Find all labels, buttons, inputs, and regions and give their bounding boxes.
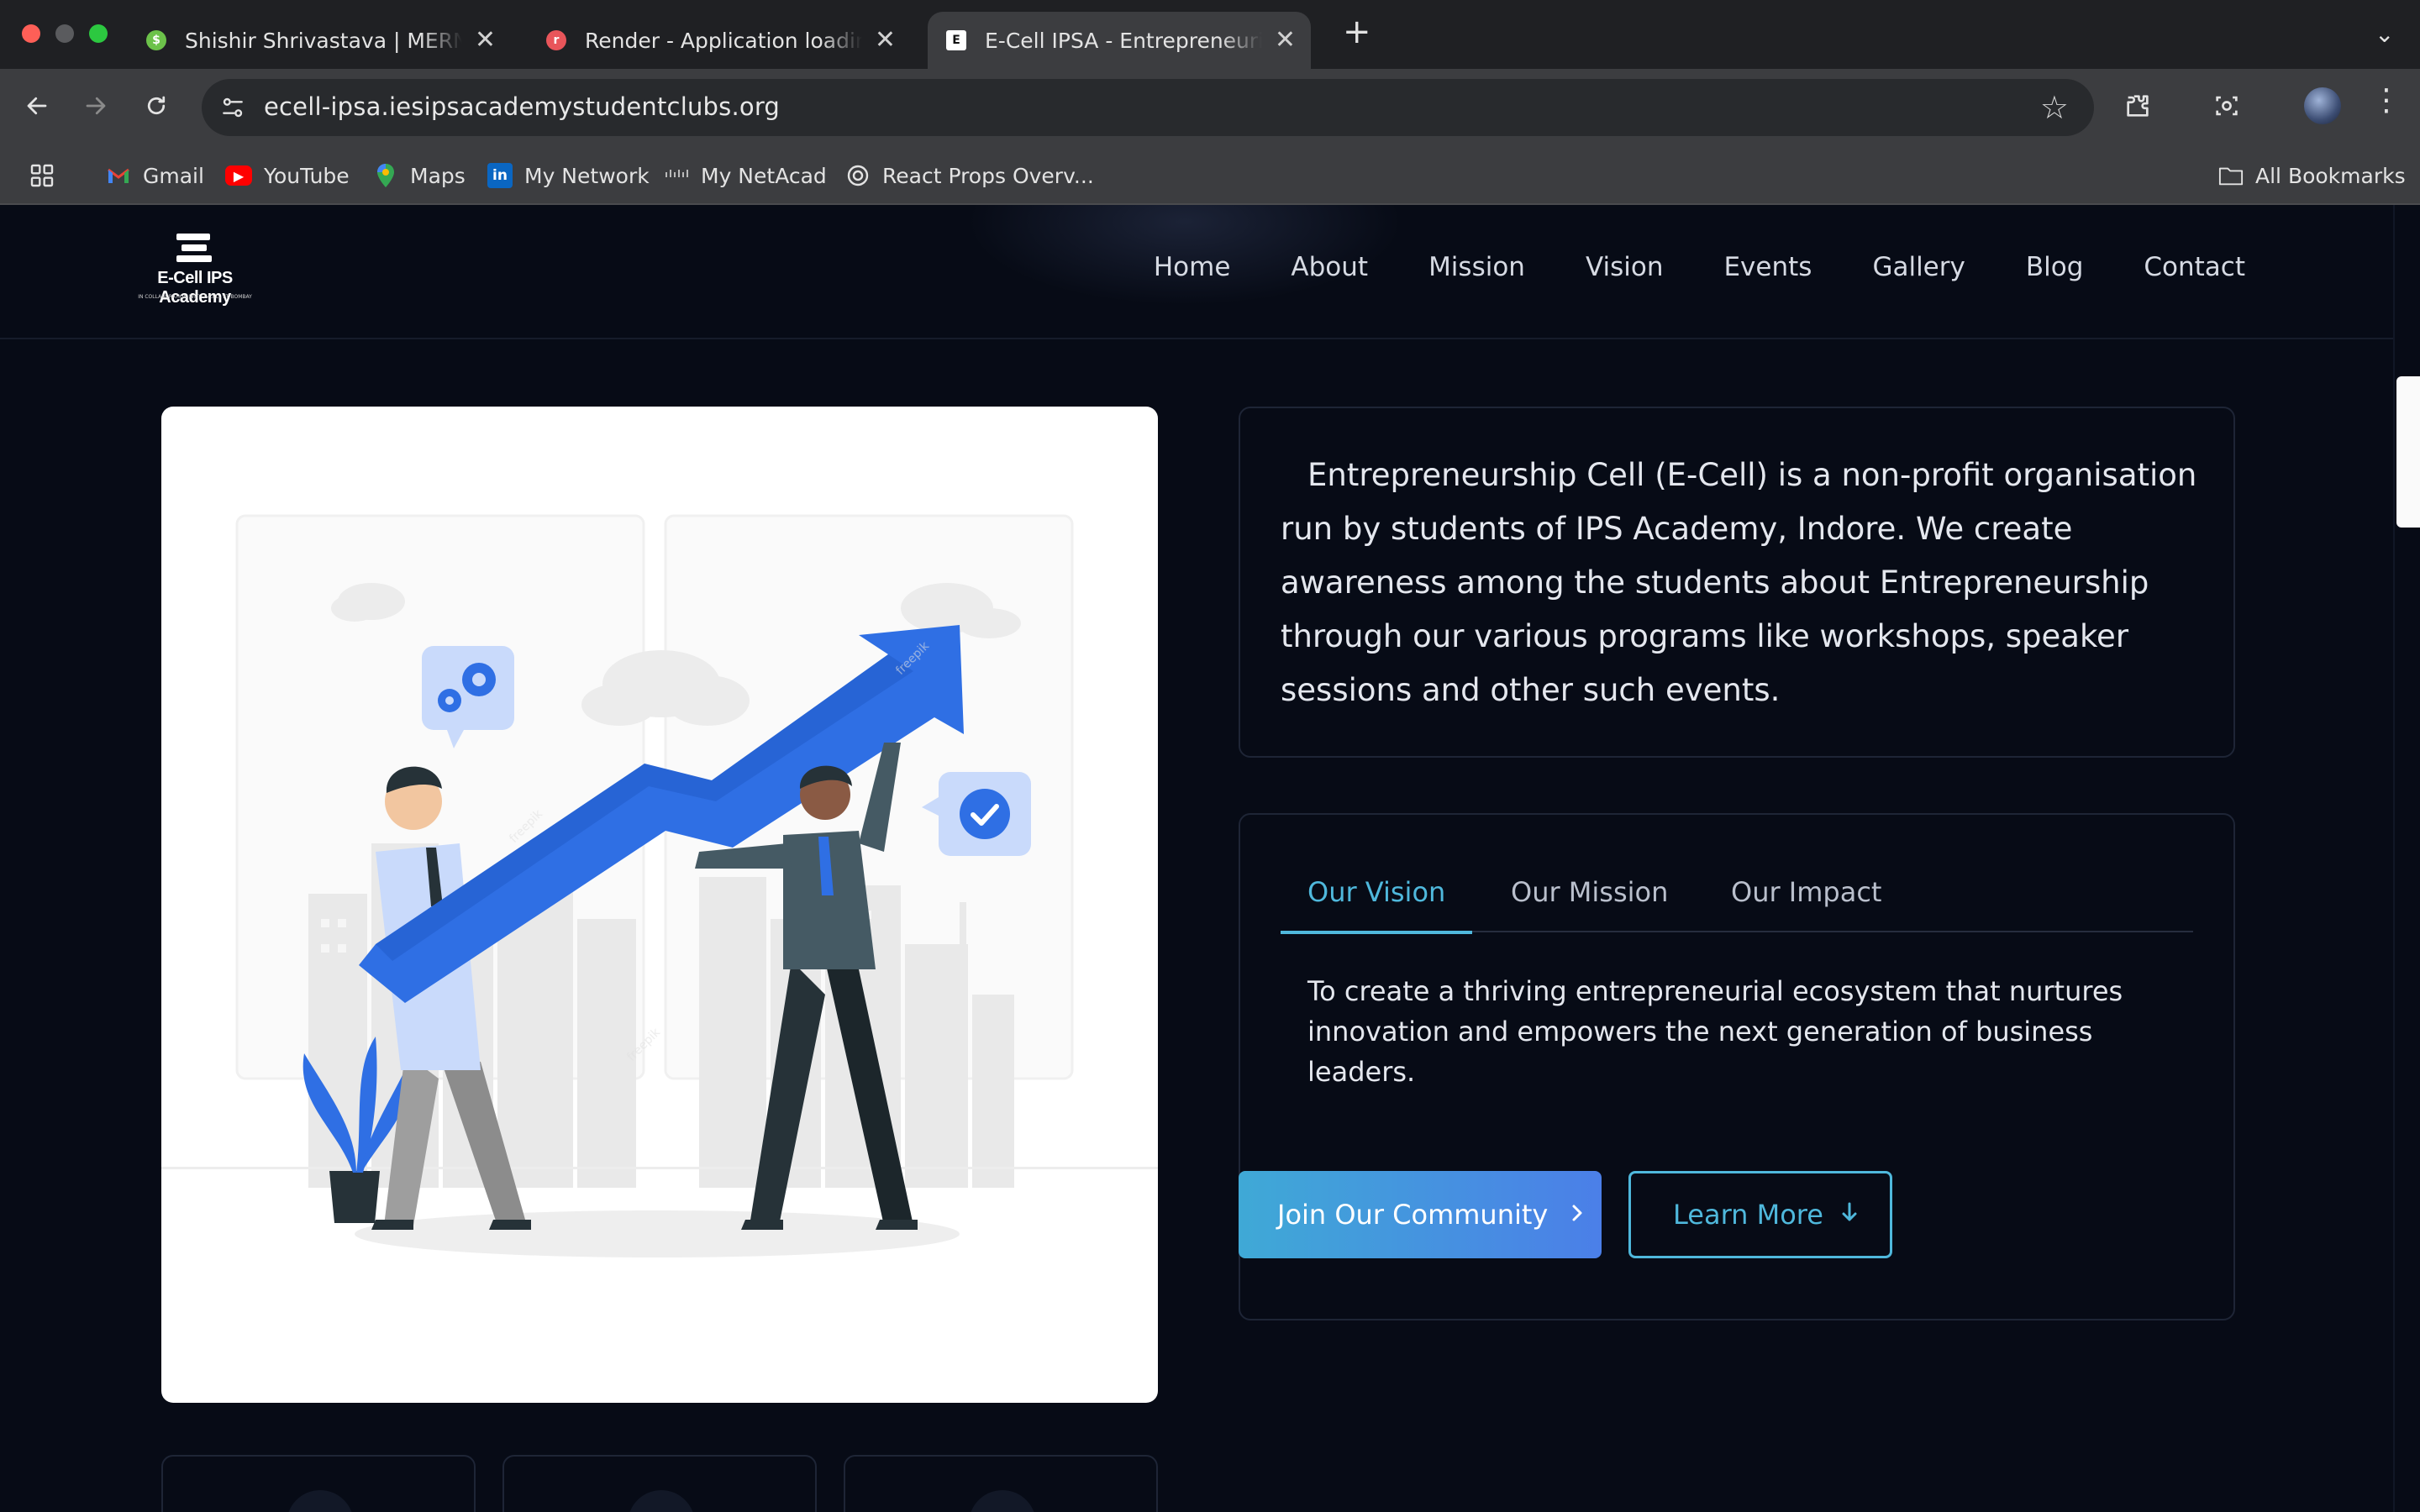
apps-grid-icon[interactable] [29, 160, 55, 192]
stat-card-2 [502, 1455, 817, 1512]
chevron-right-icon [1570, 1200, 1585, 1230]
stat-card-3 [844, 1455, 1158, 1512]
bookmark-maps[interactable]: Maps [373, 160, 466, 192]
reload-icon[interactable] [138, 87, 175, 124]
learn-more-button[interactable]: Learn More [1628, 1171, 1892, 1258]
nav-blog[interactable]: Blog [2026, 252, 2084, 282]
stat-icon-circle [287, 1490, 354, 1512]
ecell-logo[interactable]: E-Cell IPS Academy IN COLLABORATION WITH… [126, 234, 264, 314]
close-tab-icon[interactable]: ✕ [1275, 28, 1296, 53]
tab-list: Our Vision Our Mission Our Impact [1281, 858, 2193, 934]
about-text: Entrepreneurship Cell (E-Cell) is a non-… [1281, 457, 2197, 708]
youtube-icon: ▶ [225, 165, 252, 186]
join-community-button[interactable]: Join Our Community [1239, 1171, 1602, 1258]
nav-gallery[interactable]: Gallery [1872, 252, 1965, 282]
stat-icon-circle [969, 1490, 1036, 1512]
screenshot-camera-icon[interactable] [2208, 87, 2245, 124]
bookmark-my-netacad[interactable]: My NetAcad [664, 160, 827, 192]
minimize-window-button[interactable] [55, 24, 74, 43]
logo-name: E-Cell IPS Academy [157, 269, 233, 307]
bookmark-gmail[interactable]: Gmail [106, 160, 204, 192]
address-bar[interactable]: ecell-ipsa.iesipsacademystudentclubs.org… [202, 79, 2094, 136]
nav-vision[interactable]: Vision [1586, 252, 1664, 282]
bookmarks-bar: Gmail ▶ YouTube Maps in My Network My Ne… [0, 148, 2420, 203]
browser-menu-icon[interactable]: ⋮ [2371, 86, 2402, 116]
hero-illustration: freepik freepik freepik [161, 407, 1158, 1403]
linkedin-icon: in [487, 163, 513, 188]
join-community-label: Join Our Community [1277, 1199, 1549, 1231]
browser-tab-3[interactable]: E E-Cell IPSA - Entrepreneurial ✕ [928, 12, 1311, 69]
bookmark-my-network[interactable]: in My Network [487, 160, 650, 192]
bookmark-star-icon[interactable]: ☆ [2040, 89, 2069, 126]
tab-strip: $ Shishir Shrivastava | MERN St ✕ r Rend… [0, 0, 2420, 69]
site-settings-icon[interactable] [218, 94, 247, 121]
close-tab-icon[interactable]: ✕ [475, 28, 496, 53]
tab-our-vision[interactable]: Our Vision [1281, 858, 1473, 934]
nav-home[interactable]: Home [1154, 252, 1231, 282]
profile-avatar[interactable] [2304, 87, 2341, 124]
bookmark-react-props[interactable]: React Props Overv... [845, 160, 1094, 192]
cisco-icon [664, 163, 689, 188]
tab-search-chevron-icon[interactable]: ⌄ [2375, 20, 2394, 48]
ecell-logo-mark-icon [176, 234, 213, 264]
website-viewport: E-Cell IPS Academy IN COLLABORATION WITH… [0, 205, 2393, 1512]
tab-title: E-Cell IPSA - Entrepreneurial [985, 28, 1262, 53]
nav-contact[interactable]: Contact [2144, 252, 2245, 282]
stat-card-1 [161, 1455, 476, 1512]
close-tab-icon[interactable]: ✕ [875, 28, 896, 53]
gmail-icon [106, 163, 131, 188]
browser-tab-1[interactable]: $ Shishir Shrivastava | MERN St ✕ [128, 12, 511, 69]
extensions-puzzle-icon[interactable] [2119, 87, 2156, 124]
nav-mission[interactable]: Mission [1428, 252, 1525, 282]
nav-events[interactable]: Events [1723, 252, 1812, 282]
openai-icon [845, 163, 871, 188]
forward-arrow-icon[interactable] [77, 87, 114, 124]
maps-pin-icon [373, 163, 398, 188]
tab-our-impact[interactable]: Our Impact [1704, 858, 1908, 932]
new-tab-button[interactable]: + [1343, 15, 1371, 49]
arrow-down-icon [1840, 1200, 1859, 1230]
url-text[interactable]: ecell-ipsa.iesipsacademystudentclubs.org [264, 92, 780, 121]
browser-chrome: $ Shishir Shrivastava | MERN St ✕ r Rend… [0, 0, 2420, 205]
folder-icon [2218, 163, 2244, 188]
close-window-button[interactable] [22, 24, 40, 43]
stat-icon-circle [628, 1490, 695, 1512]
about-card: Entrepreneurship Cell (E-Cell) is a non-… [1239, 407, 2235, 758]
learn-more-label: Learn More [1673, 1199, 1823, 1231]
favicon-icon: $ [146, 30, 166, 50]
back-arrow-icon[interactable] [18, 87, 55, 124]
page-scrollbar-thumb[interactable] [2396, 376, 2420, 528]
tab-title: Render - Application loading [585, 28, 862, 53]
tab-our-mission[interactable]: Our Mission [1484, 858, 1695, 932]
logo-tagline: IN COLLABORATION WITH E-CELL IIT BOMBAY [138, 294, 252, 300]
favicon-icon: E [946, 30, 966, 50]
site-header: E-Cell IPS Academy IN COLLABORATION WITH… [0, 205, 2393, 339]
all-bookmarks[interactable]: All Bookmarks [2218, 160, 2406, 192]
main-nav: Home About Mission Vision Events Gallery… [1154, 252, 2245, 282]
nav-about[interactable]: About [1291, 252, 1368, 282]
fullscreen-window-button[interactable] [89, 24, 108, 43]
tab-title: Shishir Shrivastava | MERN St [185, 28, 462, 53]
tab-panel-text: To create a thriving entrepreneurial eco… [1307, 975, 2123, 1088]
browser-tab-2[interactable]: r Render - Application loading ✕ [528, 12, 911, 69]
bookmark-youtube[interactable]: ▶ YouTube [225, 160, 350, 192]
favicon-icon: r [546, 30, 566, 50]
